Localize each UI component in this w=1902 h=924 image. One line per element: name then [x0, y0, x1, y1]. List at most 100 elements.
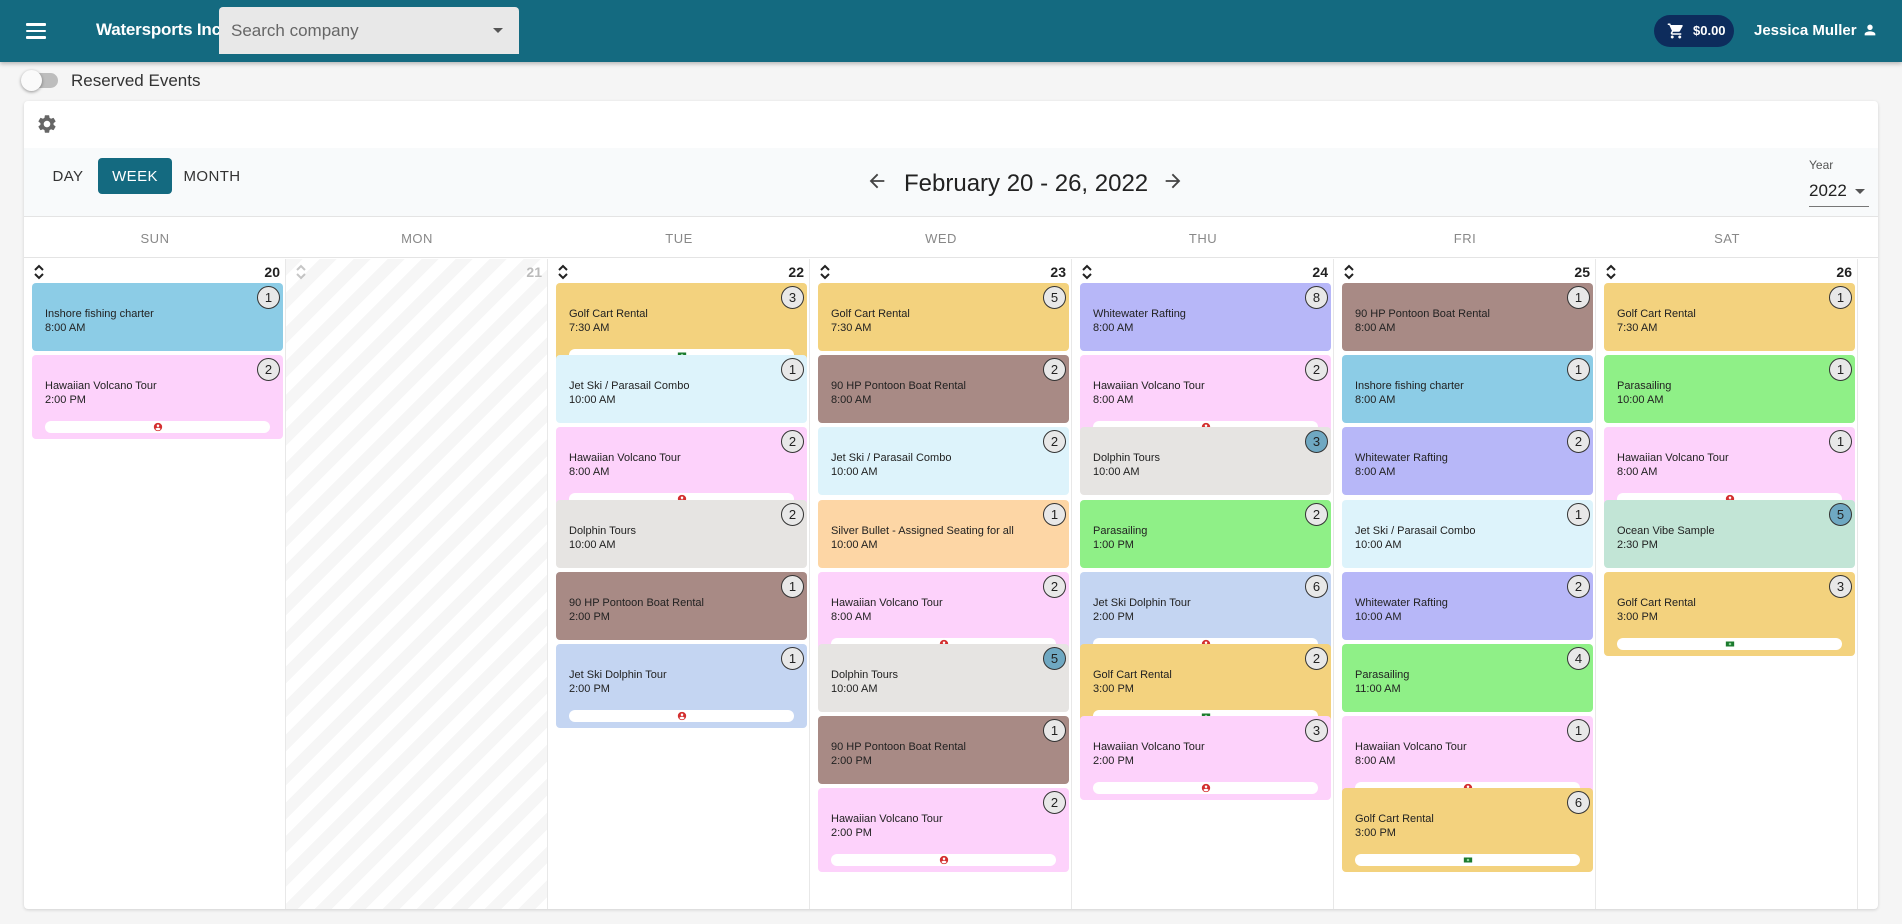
- menu-icon[interactable]: [24, 19, 48, 43]
- booking-count-badge: 1: [1567, 502, 1590, 526]
- cart-amount: $0.00: [1693, 23, 1726, 38]
- search-input[interactable]: [231, 7, 481, 54]
- event-card[interactable]: Inshore fishing charter 8:00 AM 1: [32, 283, 283, 351]
- event-card[interactable]: Ocean Vibe Sample 2:30 PM 5: [1604, 499, 1855, 568]
- day-column-header: 26: [1596, 259, 1858, 283]
- view-week-button[interactable]: WEEK: [98, 158, 172, 194]
- sort-chevrons-icon[interactable]: [1605, 263, 1617, 281]
- event-time: 2:00 PM: [831, 827, 872, 840]
- event-time: 1:00 PM: [1093, 538, 1134, 551]
- event-time: 10:00 AM: [569, 538, 616, 551]
- event-title: Hawaiian Volcano Tour: [831, 813, 943, 826]
- weekday-sat: SAT: [1714, 230, 1740, 246]
- view-day-button[interactable]: DAY: [38, 158, 98, 194]
- event-card[interactable]: Silver Bullet - Assigned Seating for all…: [818, 499, 1069, 568]
- event-title: Ocean Vibe Sample: [1617, 524, 1715, 537]
- event-title: Hawaiian Volcano Tour: [1093, 741, 1205, 754]
- event-title: Hawaiian Volcano Tour: [1355, 741, 1467, 754]
- arrow-right-icon[interactable]: [1162, 170, 1184, 192]
- event-title: Hawaiian Volcano Tour: [831, 596, 943, 609]
- event-time: 8:00 AM: [1355, 466, 1396, 479]
- event-card[interactable]: Parasailing 10:00 AM 1: [1604, 355, 1855, 424]
- weekday-thu: THU: [1188, 230, 1218, 246]
- event-time: 8:00 AM: [1355, 755, 1396, 768]
- event-title: Jet Ski / Parasail Combo: [831, 452, 952, 465]
- event-card[interactable]: Hawaiian Volcano Tour 2:00 PM 2: [818, 788, 1069, 873]
- event-card[interactable]: 90 HP Pontoon Boat Rental 2:00 PM 1: [556, 571, 807, 640]
- event-card[interactable]: Golf Cart Rental 7:30 AM 5: [818, 283, 1069, 351]
- event-card[interactable]: Hawaiian Volcano Tour 2:00 PM 3: [1080, 716, 1331, 801]
- event-card[interactable]: Dolphin Tours 10:00 AM 3: [1080, 427, 1331, 496]
- event-card[interactable]: Golf Cart Rental 7:30 AM 1: [1604, 283, 1855, 351]
- event-card[interactable]: Parasailing 11:00 AM 4: [1342, 644, 1593, 712]
- event-title: Golf Cart Rental: [1617, 308, 1696, 320]
- event-card[interactable]: Dolphin Tours 10:00 AM 2: [556, 499, 807, 568]
- sort-chevrons-icon[interactable]: [1081, 263, 1093, 281]
- event-card[interactable]: Hawaiian Volcano Tour 2:00 PM 2: [32, 355, 283, 440]
- booking-count-badge: 2: [781, 430, 804, 454]
- event-title: Jet Ski / Parasail Combo: [1355, 524, 1476, 537]
- event-card[interactable]: Jet Ski / Parasail Combo 10:00 AM 1: [556, 355, 807, 424]
- event-card[interactable]: Jet Ski / Parasail Combo 10:00 AM 2: [818, 427, 1069, 496]
- toggle-knob[interactable]: [21, 70, 42, 91]
- day-column-header: 25: [1334, 259, 1596, 283]
- event-title: Jet Ski Dolphin Tour: [569, 669, 667, 681]
- event-time: 10:00 AM: [1355, 538, 1402, 551]
- dropdown-arrow-icon[interactable]: [493, 28, 503, 33]
- event-title: Golf Cart Rental: [569, 308, 648, 320]
- day-column-fri: 25 90 HP Pontoon Boat Rental 8:00 AM 1 Insho…: [1334, 259, 1596, 909]
- person-circle-icon: [1201, 784, 1210, 793]
- event-card[interactable]: 90 HP Pontoon Boat Rental 2:00 PM 1: [818, 716, 1069, 785]
- event-card[interactable]: Whitewater Rafting 8:00 AM 2: [1342, 427, 1593, 496]
- event-time: 8:00 AM: [1355, 394, 1396, 407]
- event-time: 11:00 AM: [1355, 683, 1401, 695]
- day-column-wed: 23 Golf Cart Rental 7:30 AM 5 90 HP Pontoon …: [810, 259, 1072, 909]
- person-icon[interactable]: [1862, 22, 1878, 38]
- event-card[interactable]: Whitewater Rafting 10:00 AM 2: [1342, 571, 1593, 640]
- day-column-thu: 24 Whitewater Rafting 8:00 AM 8 Hawaiian Vol…: [1072, 259, 1334, 909]
- arrow-left-icon[interactable]: [866, 170, 888, 192]
- event-card[interactable]: Hawaiian Volcano Tour 8:00 AM 1: [1604, 427, 1855, 512]
- event-title: 90 HP Pontoon Boat Rental: [831, 380, 966, 393]
- reserved-events-toggle[interactable]: [21, 70, 58, 91]
- event-card[interactable]: Inshore fishing charter 8:00 AM 1: [1342, 355, 1593, 424]
- sort-chevrons-icon[interactable]: [1343, 263, 1355, 281]
- user-name[interactable]: Jessica Muller: [1754, 22, 1857, 39]
- gear-icon[interactable]: [36, 113, 58, 135]
- year-select[interactable]: 2022: [1809, 177, 1869, 207]
- event-card[interactable]: Golf Cart Rental 3:00 PM 6: [1342, 788, 1593, 873]
- event-status-bar: [1617, 637, 1842, 650]
- event-time: 2:00 PM: [569, 683, 610, 695]
- sort-chevrons-icon[interactable]: [33, 263, 45, 281]
- event-card[interactable]: Jet Ski / Parasail Combo 10:00 AM 1: [1342, 499, 1593, 568]
- event-time: 10:00 AM: [831, 466, 878, 479]
- view-month-button[interactable]: MONTH: [172, 158, 252, 194]
- event-card[interactable]: Hawaiian Volcano Tour 8:00 AM 2: [556, 427, 807, 512]
- dropdown-arrow-icon[interactable]: [1855, 189, 1865, 194]
- weekday-wed: WED: [925, 230, 957, 246]
- booking-count-badge: 2: [1305, 502, 1328, 526]
- sort-chevrons-icon[interactable]: [557, 263, 569, 281]
- event-title: Inshore fishing charter: [1355, 380, 1464, 393]
- event-card[interactable]: Parasailing 1:00 PM 2: [1080, 499, 1331, 568]
- day-column-header: 20: [24, 259, 286, 283]
- event-card[interactable]: Jet Ski Dolphin Tour 2:00 PM 1: [556, 644, 807, 728]
- booking-count-badge: 2: [1305, 358, 1328, 382]
- event-time: 3:00 PM: [1355, 827, 1396, 840]
- event-card[interactable]: Dolphin Tours 10:00 AM 5: [818, 644, 1069, 712]
- booking-count-badge: 1: [1829, 358, 1852, 382]
- day-column-tue: 22 Golf Cart Rental 7:30 AM 3 Jet Ski / Para…: [548, 259, 810, 909]
- person-circle-icon: [677, 711, 686, 721]
- event-card[interactable]: 90 HP Pontoon Boat Rental 8:00 AM 2: [818, 355, 1069, 424]
- event-card[interactable]: Golf Cart Rental 3:00 PM 3: [1604, 571, 1855, 656]
- sort-chevrons-icon[interactable]: [819, 263, 831, 281]
- date-number: 23: [1050, 264, 1066, 280]
- event-card[interactable]: 90 HP Pontoon Boat Rental 8:00 AM 1: [1342, 283, 1593, 351]
- company-name: Watersports Inc.: [96, 20, 226, 39]
- booking-count-badge: 1: [1043, 719, 1066, 743]
- search-company-field[interactable]: [219, 7, 519, 54]
- sort-chevrons-icon[interactable]: [295, 263, 307, 281]
- event-card[interactable]: Whitewater Rafting 8:00 AM 8: [1080, 283, 1331, 351]
- cart-button[interactable]: $0.00: [1654, 15, 1734, 47]
- booking-count-badge: 5: [1043, 647, 1066, 670]
